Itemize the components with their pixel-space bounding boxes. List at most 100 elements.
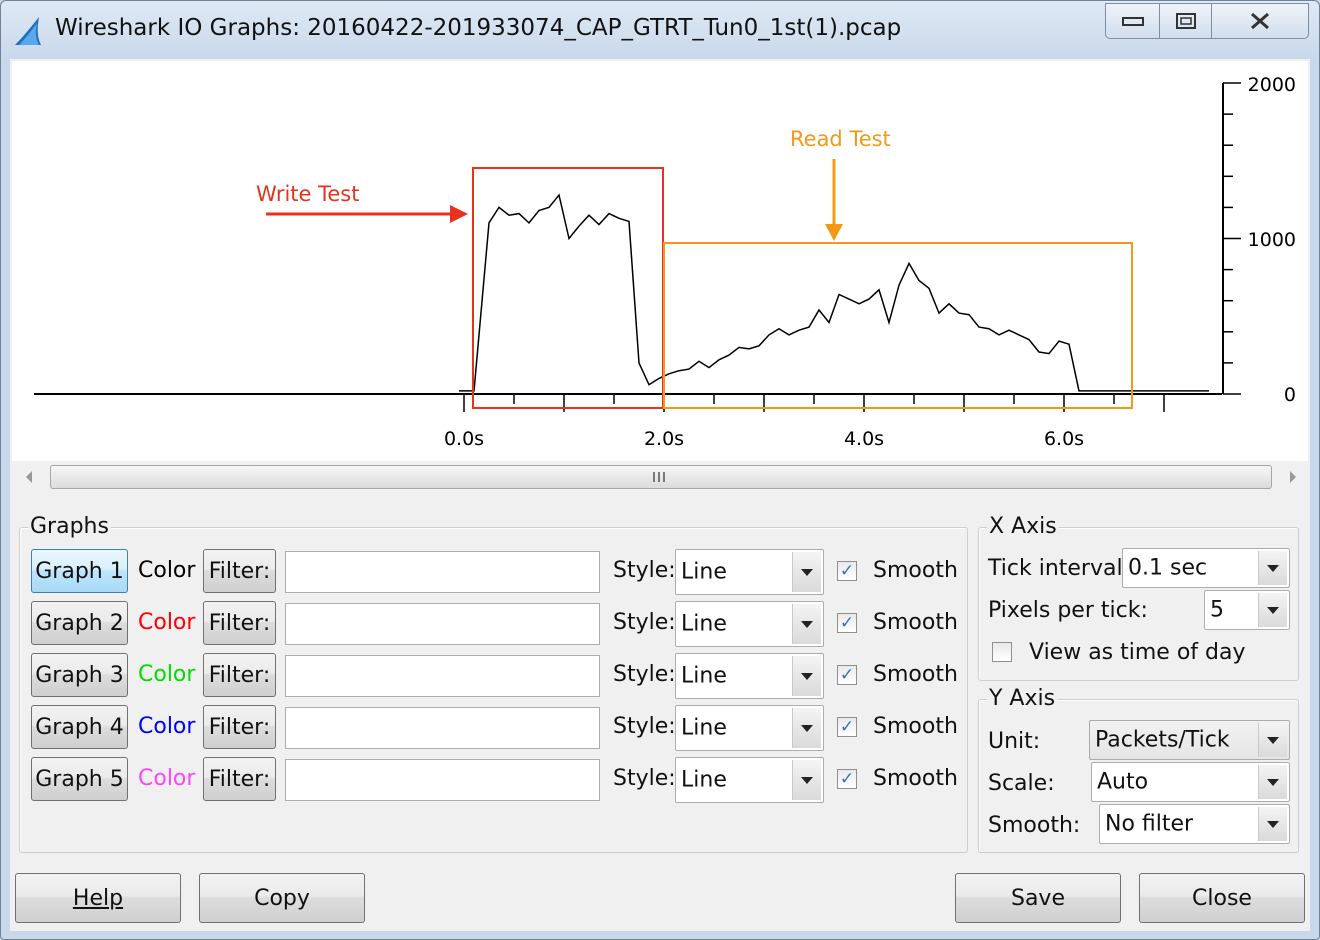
- smooth-filter-select[interactable]: No filter: [1099, 804, 1290, 844]
- filter-input[interactable]: [285, 707, 600, 749]
- smooth-checkbox[interactable]: ✓: [837, 665, 857, 685]
- read-test-box: [663, 242, 1133, 409]
- pixels-per-tick-label: Pixels per tick:: [988, 598, 1148, 623]
- smooth-label: Smooth: [873, 662, 958, 687]
- chevron-down-icon: [792, 604, 821, 644]
- style-value: Line: [681, 611, 727, 637]
- filter-button[interactable]: Filter:: [203, 653, 276, 697]
- graph-toggle-button[interactable]: Graph 1: [31, 549, 128, 593]
- minimize-icon: [1122, 17, 1144, 26]
- graphs-group-title: Graphs: [28, 514, 111, 539]
- tick-interval-label: Tick interval:: [988, 556, 1130, 581]
- scroll-right-icon[interactable]: [1288, 470, 1298, 484]
- smooth-checkbox[interactable]: ✓: [837, 613, 857, 633]
- write-test-label: Write Test: [256, 182, 359, 206]
- close-icon: [1251, 12, 1269, 30]
- title-bar: Wireshark IO Graphs: 20160422-201933074_…: [1, 1, 1319, 59]
- copy-button[interactable]: Copy: [199, 873, 365, 923]
- maximize-icon: [1176, 13, 1196, 29]
- time-of-day-checkbox[interactable]: [992, 642, 1012, 662]
- color-label[interactable]: Color: [138, 558, 195, 583]
- checkmark-icon: ✓: [839, 560, 855, 581]
- graph-toggle-button[interactable]: Graph 4: [31, 705, 128, 749]
- smooth-checkbox[interactable]: ✓: [837, 717, 857, 737]
- graph-toggle-label: Graph 1: [35, 558, 124, 584]
- style-label: Style:: [613, 766, 676, 791]
- filter-input[interactable]: [285, 655, 600, 697]
- help-button[interactable]: Help: [15, 873, 181, 923]
- scroll-left-icon[interactable]: [24, 470, 34, 484]
- filter-input[interactable]: [285, 551, 600, 593]
- y-tick-label: 0: [1284, 384, 1296, 406]
- style-value: Line: [681, 559, 727, 585]
- style-label: Style:: [613, 610, 676, 635]
- filter-button[interactable]: Filter:: [203, 705, 276, 749]
- smooth-label: Smooth: [873, 766, 958, 791]
- scale-value: Auto: [1097, 769, 1149, 795]
- scrollbar-thumb[interactable]: [50, 465, 1272, 489]
- copy-button-label: Copy: [254, 885, 310, 911]
- unit-select[interactable]: Packets/Tick: [1089, 720, 1290, 760]
- unit-value: Packets/Tick: [1095, 727, 1230, 753]
- x-axis-group: X Axis Tick interval: 0.1 sec Pixels per…: [978, 514, 1299, 681]
- chevron-down-icon: [1258, 551, 1287, 585]
- filter-button[interactable]: Filter:: [203, 757, 276, 801]
- help-button-label: Help: [72, 885, 124, 911]
- style-value: Line: [681, 767, 727, 793]
- style-select[interactable]: Line: [675, 757, 824, 803]
- smooth-label: Smooth: [873, 610, 958, 635]
- filter-input[interactable]: [285, 603, 600, 645]
- write-test-box: [472, 167, 664, 409]
- chevron-down-icon: [792, 760, 821, 800]
- chevron-down-icon: [792, 708, 821, 748]
- save-button[interactable]: Save: [955, 873, 1121, 923]
- chevron-down-icon: [1258, 807, 1287, 841]
- graph-toggle-button[interactable]: Graph 5: [31, 757, 128, 801]
- checkmark-icon: ✓: [839, 716, 855, 737]
- style-select[interactable]: Line: [675, 705, 824, 751]
- filter-input[interactable]: [285, 759, 600, 801]
- close-button[interactable]: Close: [1139, 873, 1305, 923]
- maximize-button[interactable]: [1159, 3, 1213, 39]
- graph-toggle-button[interactable]: Graph 2: [31, 601, 128, 645]
- color-label[interactable]: Color: [138, 662, 195, 687]
- color-label[interactable]: Color: [138, 610, 195, 635]
- pixels-per-tick-select[interactable]: 5: [1204, 590, 1290, 630]
- x-tick-label: 0.0s: [444, 428, 484, 450]
- io-graphs-window: Wireshark IO Graphs: 20160422-201933074_…: [0, 0, 1320, 940]
- style-select[interactable]: Line: [675, 601, 824, 647]
- horizontal-scrollbar[interactable]: [12, 463, 1308, 491]
- color-label[interactable]: Color: [138, 766, 195, 791]
- style-select[interactable]: Line: [675, 549, 824, 595]
- filter-button-label: Filter:: [208, 766, 271, 792]
- style-label: Style:: [613, 662, 676, 687]
- checkmark-icon: ✓: [839, 612, 855, 633]
- chevron-down-icon: [1258, 723, 1287, 757]
- unit-label: Unit:: [988, 729, 1041, 754]
- close-button-label: Close: [1192, 885, 1252, 911]
- chevron-down-icon: [792, 552, 821, 592]
- style-value: Line: [681, 663, 727, 689]
- wireshark-fin-icon: [15, 17, 41, 45]
- smooth-checkbox[interactable]: ✓: [837, 561, 857, 581]
- scale-label: Scale:: [988, 771, 1055, 796]
- x-tick-label: 2.0s: [644, 428, 684, 450]
- minimize-button[interactable]: [1105, 3, 1161, 39]
- filter-button-label: Filter:: [208, 662, 271, 688]
- scale-select[interactable]: Auto: [1091, 762, 1290, 802]
- graph-toggle-button[interactable]: Graph 3: [31, 653, 128, 697]
- filter-button[interactable]: Filter:: [203, 601, 276, 645]
- y-tick-label: 2000: [1248, 74, 1296, 96]
- io-graph-canvas[interactable]: 0.0s 2.0s 4.0s 6.0s 2000 1000 0 Write Te…: [12, 61, 1308, 461]
- close-window-button[interactable]: [1211, 3, 1309, 39]
- style-select[interactable]: Line: [675, 653, 824, 699]
- color-label[interactable]: Color: [138, 714, 195, 739]
- x-tick-label: 6.0s: [1044, 428, 1084, 450]
- checkmark-icon: ✓: [839, 768, 855, 789]
- smooth-checkbox[interactable]: ✓: [837, 769, 857, 789]
- tick-interval-select[interactable]: 0.1 sec: [1122, 548, 1290, 588]
- smooth-filter-label: Smooth:: [988, 813, 1081, 838]
- grip-icon: [653, 472, 665, 482]
- pixels-per-tick-value: 5: [1210, 597, 1224, 623]
- filter-button[interactable]: Filter:: [203, 549, 276, 593]
